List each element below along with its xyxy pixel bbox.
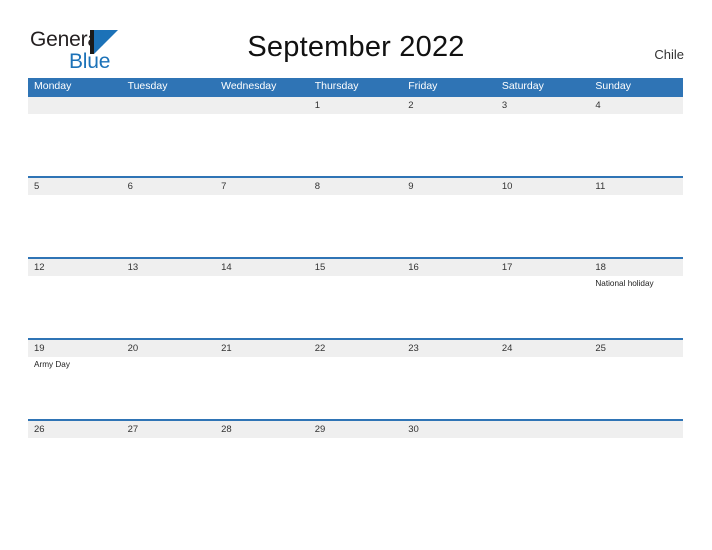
calendar-page: General Blue September 2022 Chile Monday… <box>0 0 712 550</box>
day-cell[interactable]: 17 <box>496 259 590 338</box>
day-cell[interactable] <box>215 97 309 176</box>
day-event: National holiday <box>595 279 654 288</box>
day-cell[interactable]: 5 <box>28 178 122 257</box>
day-number: 21 <box>221 343 232 354</box>
day-cell[interactable]: 24 <box>496 340 590 419</box>
day-cell[interactable]: 15 <box>309 259 403 338</box>
day-cell[interactable] <box>122 97 216 176</box>
weekday-header-thursday: Thursday <box>314 80 359 92</box>
day-cell[interactable]: 21 <box>215 340 309 419</box>
day-number: 3 <box>501 100 508 111</box>
day-cell[interactable]: 27 <box>122 421 216 500</box>
day-number: 22 <box>314 343 326 354</box>
day-number <box>502 421 590 438</box>
weekday-header-friday: Friday <box>408 80 438 92</box>
day-cell[interactable]: 23 <box>402 340 496 419</box>
day-number: 28 <box>221 424 232 435</box>
day-number: 20 <box>127 343 139 354</box>
day-cell[interactable]: 22 <box>309 340 403 419</box>
day-cell[interactable]: 4 <box>589 97 683 176</box>
day-cell[interactable]: 3 <box>496 97 590 176</box>
day-number: 30 <box>408 424 419 435</box>
day-number: 19 <box>34 343 45 354</box>
country-label: Chile <box>654 47 684 62</box>
day-cell[interactable] <box>28 97 122 176</box>
day-number: 16 <box>408 262 419 273</box>
day-number: 7 <box>221 181 227 192</box>
day-cell[interactable]: 7 <box>215 178 309 257</box>
day-number: 17 <box>501 262 513 273</box>
week-row: 19 Army Day 20 21 22 23 24 25 <box>28 338 683 419</box>
day-number <box>34 97 122 114</box>
day-cell[interactable]: 29 <box>309 421 403 500</box>
day-number: 18 <box>595 262 606 273</box>
day-cell[interactable]: 11 <box>589 178 683 257</box>
page-header: General Blue September 2022 Chile <box>0 0 712 78</box>
day-number: 26 <box>34 424 45 435</box>
day-number: 25 <box>595 343 606 354</box>
day-cell[interactable]: 13 <box>122 259 216 338</box>
week-row: 12 13 14 15 16 17 18 National holiday <box>28 257 683 338</box>
day-number: 12 <box>34 262 45 273</box>
day-number: 29 <box>314 424 326 435</box>
day-number: 1 <box>314 100 320 111</box>
week-row: 5 6 7 8 9 10 11 <box>28 176 683 257</box>
calendar-table: Monday Tuesday Wednesday Thursday Friday… <box>28 78 683 500</box>
day-number <box>595 421 683 438</box>
day-cell[interactable]: 30 <box>402 421 496 500</box>
weekday-header-saturday: Saturday <box>501 80 544 92</box>
day-cell[interactable]: 1 <box>309 97 403 176</box>
day-number <box>128 97 216 114</box>
day-cell[interactable]: 8 <box>309 178 403 257</box>
day-cell[interactable]: 10 <box>496 178 590 257</box>
day-cell[interactable]: 2 <box>402 97 496 176</box>
day-number: 6 <box>127 181 133 192</box>
day-cell[interactable]: 6 <box>122 178 216 257</box>
week-row: 26 27 28 29 30 <box>28 419 683 500</box>
weekday-header-monday: Monday <box>34 80 72 92</box>
day-number: 10 <box>501 181 513 192</box>
day-cell[interactable]: 18 National holiday <box>589 259 683 338</box>
day-number <box>221 97 309 114</box>
week-row: 1 2 3 4 <box>28 95 683 176</box>
day-cell[interactable]: 12 <box>28 259 122 338</box>
page-title: September 2022 <box>247 31 465 63</box>
day-cell[interactable]: 19 Army Day <box>28 340 122 419</box>
day-cell[interactable] <box>589 421 683 500</box>
day-number: 4 <box>595 100 601 111</box>
day-number: 9 <box>408 181 414 192</box>
weekday-header-wednesday: Wednesday <box>221 80 277 92</box>
weekday-header-tuesday: Tuesday <box>127 80 168 92</box>
day-number: 24 <box>501 343 513 354</box>
day-cell[interactable]: 25 <box>589 340 683 419</box>
day-number: 2 <box>408 100 414 111</box>
day-cell[interactable]: 20 <box>122 340 216 419</box>
day-number: 14 <box>221 262 232 273</box>
day-cell[interactable]: 28 <box>215 421 309 500</box>
day-event: Army Day <box>34 360 70 369</box>
weekday-header-row: Monday Tuesday Wednesday Thursday Friday… <box>28 78 683 95</box>
day-number: 13 <box>127 262 139 273</box>
weekday-header-sunday: Sunday <box>595 80 631 92</box>
day-number: 5 <box>34 181 40 192</box>
day-number: 27 <box>127 424 139 435</box>
day-cell[interactable] <box>496 421 590 500</box>
day-cell[interactable]: 16 <box>402 259 496 338</box>
day-cell[interactable]: 14 <box>215 259 309 338</box>
day-number: 11 <box>595 181 606 192</box>
day-number: 8 <box>314 181 320 192</box>
day-number: 23 <box>408 343 419 354</box>
day-number: 15 <box>314 262 326 273</box>
day-cell[interactable]: 26 <box>28 421 122 500</box>
day-cell[interactable]: 9 <box>402 178 496 257</box>
